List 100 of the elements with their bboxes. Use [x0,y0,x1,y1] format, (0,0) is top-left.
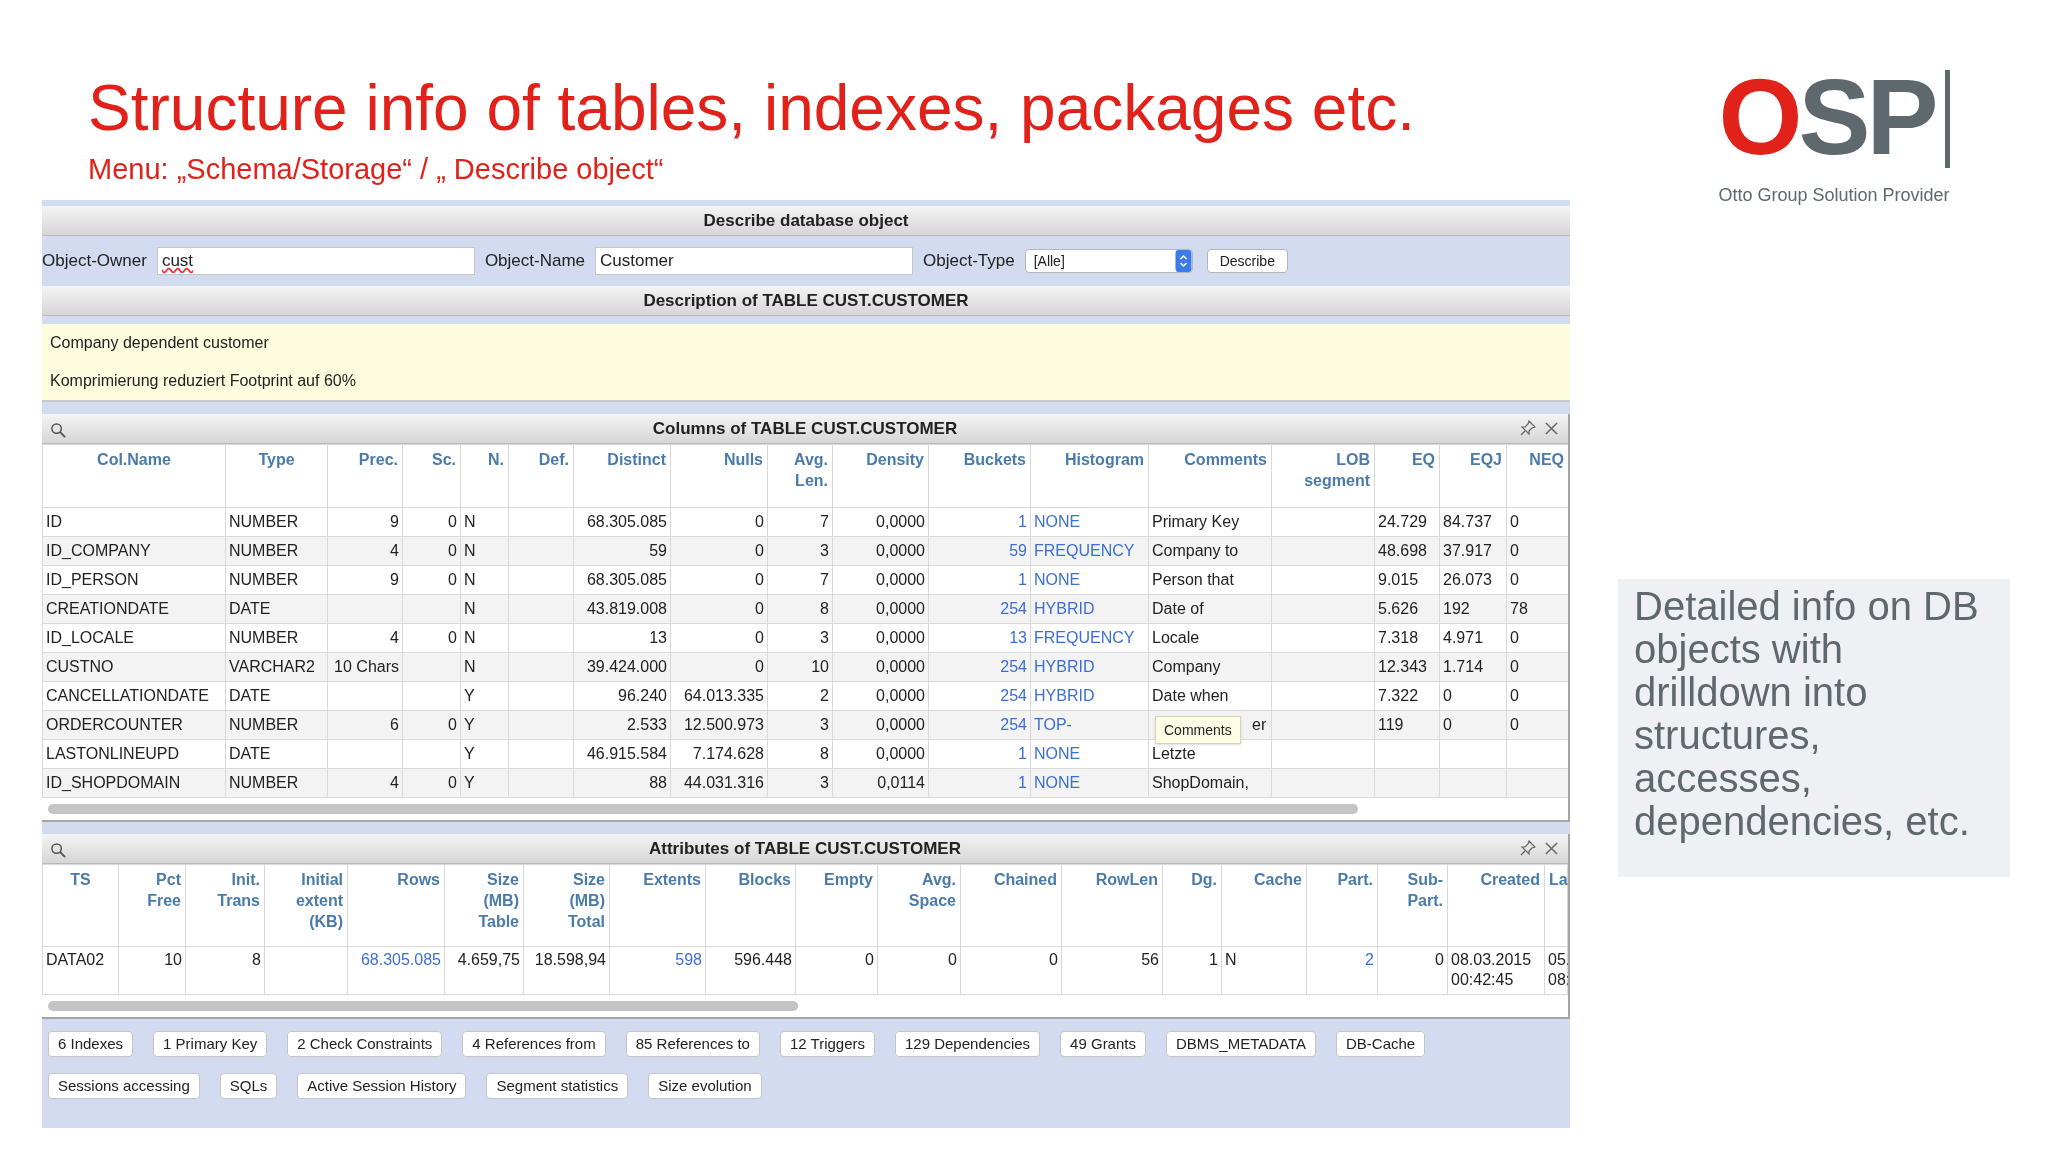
column-header[interactable]: Rows [347,864,445,947]
column-header[interactable]: Extents [609,864,706,947]
pin-icon[interactable] [1520,420,1536,436]
column-header[interactable]: RowLen [1061,864,1163,947]
table-cell[interactable]: 598 [675,951,702,968]
column-header[interactable]: Avg. Len. [767,444,833,508]
close-icon[interactable] [1545,422,1558,435]
column-header[interactable]: NEQ [1506,444,1568,508]
field-label: Object-Owner [42,250,147,273]
table-cell[interactable]: TOP- [1034,716,1072,733]
table-cell[interactable]: 254 [1000,716,1027,733]
column-header[interactable]: Chained [960,864,1062,947]
table-cell[interactable]: 1 [1018,745,1027,762]
table-cell: 0 [1510,687,1519,704]
action-button[interactable]: 49 Grants [1060,1031,1146,1057]
column-header[interactable]: Col.Name [42,444,226,508]
table-cell: 0,0114 [877,774,925,791]
table-cell[interactable]: 1 [1018,571,1027,588]
table-cell: N [464,629,476,646]
action-button[interactable]: Active Session History [297,1073,467,1099]
action-button[interactable]: DB-Cache [1336,1031,1426,1057]
table-cell[interactable]: 254 [1000,600,1027,617]
column-header[interactable]: Type [225,444,328,508]
action-button[interactable]: 2 Check Constraints [287,1031,443,1057]
table-cell: 8 [820,745,829,762]
table-cell: Locale [1152,629,1200,646]
close-icon[interactable] [1545,842,1558,855]
action-button[interactable]: Sessions accessing [48,1073,200,1099]
action-button[interactable]: 129 Dependencies [895,1031,1041,1057]
input-field[interactable]: Customer [595,247,913,275]
column-header[interactable]: Comments [1148,444,1272,508]
table-cell[interactable]: 1 [1018,774,1027,791]
table-cell: 44.031.316 [683,774,764,791]
column-header[interactable]: Part. [1306,864,1378,947]
table-cell: 6 [390,716,399,733]
column-header[interactable]: Initial extent (KB) [264,864,348,947]
table-cell[interactable]: 59 [1009,542,1027,559]
column-header[interactable]: N. [460,444,509,508]
column-header[interactable]: LOB segment [1271,444,1375,508]
column-header[interactable]: Prec. [327,444,403,508]
column-header[interactable]: Density [832,444,929,508]
table-cell: 9 [390,571,399,588]
table-cell: 4 [390,542,399,559]
column-header[interactable]: Distinct [573,444,671,508]
table-cell[interactable]: 2 [1365,951,1374,968]
table-cell[interactable]: 1 [1018,513,1027,530]
column-header[interactable]: Sub- Part. [1377,864,1448,947]
action-button[interactable]: SQLs [219,1073,278,1099]
column-header[interactable]: Cache [1221,864,1307,947]
column-header[interactable]: TS [42,864,119,947]
scrollbar-thumb[interactable] [48,1001,798,1011]
table-cell: Date of [1152,600,1204,617]
table-cell: Person that [1152,571,1234,588]
action-button[interactable]: DBMS_METADATA [1166,1031,1316,1057]
column-header[interactable]: Size (MB) Total [523,864,610,947]
column-header[interactable]: Pct Free [118,864,186,947]
column-header[interactable]: Sc. [402,444,461,508]
action-button[interactable]: 4 References from [462,1031,606,1057]
table-cell[interactable]: 13 [1009,629,1027,646]
column-header[interactable]: Created [1447,864,1545,947]
field-label: Object-Type [923,250,1015,273]
column-header[interactable]: Buckets [928,444,1031,508]
action-button[interactable]: 12 Triggers [779,1031,875,1057]
panel-title: Attributes of TABLE CUST.CUSTOMER [649,837,961,860]
input-field[interactable]: cust [156,247,475,275]
action-button[interactable]: Segment statistics [486,1073,629,1099]
search-icon[interactable] [50,422,67,439]
table-cell[interactable]: 254 [1000,687,1027,704]
action-button[interactable]: Size evolution [648,1073,762,1099]
table-cell: 119 [1378,716,1404,733]
column-header[interactable]: Dg. [1162,864,1222,947]
scrollbar-thumb[interactable] [48,804,1358,814]
table-cell: ORDERCOUNTER [46,716,183,733]
pin-icon[interactable] [1520,840,1536,856]
column-header[interactable]: Empty [795,864,878,947]
stepper-icon[interactable] [1174,250,1192,272]
column-header[interactable]: Avg. Space [877,864,961,947]
table-cell: 7.322 [1378,687,1419,704]
column-header[interactable]: EQ [1374,444,1440,508]
search-icon[interactable] [50,842,67,859]
column-header[interactable]: Blocks [705,864,796,947]
describe-button[interactable]: Describe [1206,249,1288,273]
table-cell: 0 [1510,629,1519,646]
table-cell[interactable]: 254 [1000,658,1027,675]
table-cell: 0 [755,513,764,530]
column-header[interactable]: Nulls [670,444,768,508]
table-cell: 7.174.628 [692,745,764,762]
column-header[interactable]: EQJ [1439,444,1507,508]
column-header[interactable]: Histogram [1030,444,1149,508]
table-cell: ID_SHOPDOMAIN [46,774,181,791]
action-button[interactable]: 6 Indexes [48,1031,134,1057]
table-cell: NUMBER [229,716,299,733]
action-button[interactable]: 1 Primary Key [153,1031,268,1057]
column-header[interactable]: Size (MB) Table [444,864,524,947]
type-dropdown[interactable]: [Alle] [1024,249,1193,273]
action-button[interactable]: 85 References to [625,1031,760,1057]
column-header[interactable]: Def. [508,444,574,508]
column-header[interactable]: Init. Trans [185,864,265,947]
column-header[interactable]: La [1544,864,1568,947]
table-cell: 84.737 [1443,513,1492,530]
